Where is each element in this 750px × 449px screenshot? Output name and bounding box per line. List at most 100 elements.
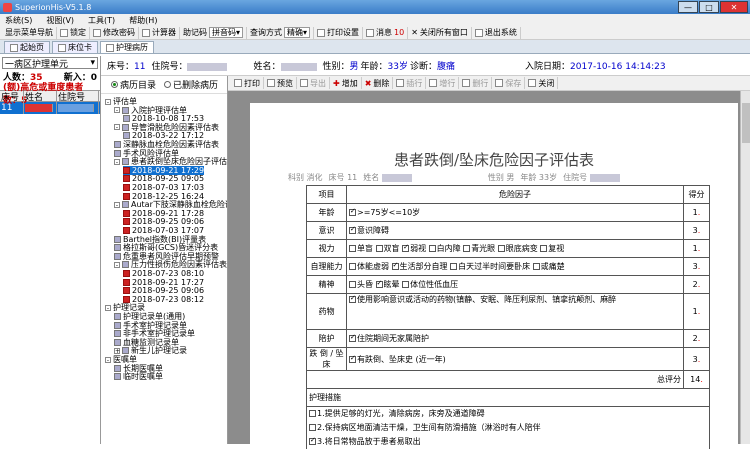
factor-checkbox[interactable] [349,354,356,363]
document-title: 患者跌倒/坠床危险因子评估表 [393,151,595,169]
vertical-scrollbar[interactable] [740,91,750,444]
close-doc-label: 关闭 [538,78,555,88]
factor-checkbox[interactable] [497,245,505,252]
collapse-icon[interactable]: - [114,107,120,114]
print-button[interactable]: 打印 [231,77,264,89]
show-nav-button[interactable]: 显示菜单导航 [2,26,57,39]
row-score-cell[interactable]: 1. [683,239,710,258]
save-button[interactable]: 保存 [492,77,526,89]
export-button[interactable]: 导出 [297,77,330,89]
new-admit-count: 新入：0 [64,70,97,83]
menu-view[interactable]: 视图(V) [46,15,74,26]
print-settings-label: 打印设置 [327,28,360,37]
message-button[interactable]: 消息 10 [363,26,409,39]
exit-button[interactable]: 退出系统 [472,26,521,39]
table-header-row: 项目 危险因子 得分 [306,185,710,204]
tree-node-label: 新生儿护理记录 [131,346,187,356]
maximize-button[interactable]: □ [699,1,719,13]
factor-checkbox[interactable] [349,295,356,303]
collapse-icon[interactable]: - [114,261,120,268]
measure-checkbox[interactable] [309,424,316,431]
col-hosp-no[interactable]: 住院号 [57,91,99,103]
col-bed[interactable]: 床号 [0,91,24,103]
assessment-table: 项目危险因子得分年龄 >=75岁<=10岁 1. 意识 意识障碍 3. 视力单盲 双盲 … [306,185,710,449]
preview-button[interactable]: 预览 [264,77,297,89]
factor-checkbox[interactable] [349,225,356,234]
close-button[interactable]: ✕ [720,1,748,13]
add-button[interactable]: ✚ 增加 [330,77,362,89]
bed-value: 11 [134,62,146,72]
factor-label: 生活部分自理 [399,262,448,271]
record-file-icon [123,166,130,174]
radio-record-list[interactable]: 病历目录 [111,78,156,91]
mnemonic-select[interactable]: 拼音码 ▾ [209,27,244,38]
factor-label: 白内障 [436,244,461,253]
collapse-icon[interactable]: - [105,304,111,311]
tab-bed-card[interactable]: 床位卡 [52,41,98,53]
factor-checkbox[interactable] [391,261,399,270]
factor-checkbox[interactable] [349,263,356,270]
query-group: 查询方式 精确 ▾ [247,26,315,39]
export-icon [300,79,308,87]
factor-checkbox[interactable] [349,333,356,342]
factor-checkbox[interactable] [375,279,383,288]
col-name[interactable]: 姓名 [24,91,57,103]
factor-checkbox[interactable] [402,281,410,288]
measure-row: 1.提供足够的灯光，清除病房，床旁及通道障碍 [306,406,710,421]
row-score-cell[interactable]: 1. [683,203,710,222]
menu-tools[interactable]: 工具(T) [88,15,115,26]
patient-row[interactable]: 11 [0,102,100,114]
factor-checkbox[interactable] [375,245,383,252]
change-password-button[interactable]: 修改密码 [90,26,139,39]
factor-checkbox[interactable] [450,263,458,270]
close-all-button[interactable]: ✕ 关闭所有窗口 [408,26,472,39]
factor-checkbox[interactable] [349,207,356,216]
insert-row-button[interactable]: 插行 [393,77,427,89]
print-settings-button[interactable]: 打印设置 [314,26,364,39]
factor-checkbox[interactable] [540,245,548,252]
row-score-cell[interactable]: 2. [683,329,710,348]
collapse-icon[interactable]: - [105,98,111,105]
factor-checkbox[interactable] [463,245,471,252]
factor-checkbox[interactable] [532,263,540,270]
row-score-cell[interactable]: 1. [683,293,710,330]
calculator-button[interactable]: 计算器 [139,26,180,39]
factor-checkbox[interactable] [428,245,436,252]
factor-checkbox[interactable] [349,245,356,252]
lock-button[interactable]: 锁定 [57,26,90,39]
delete-button[interactable]: ✖ 删除 [362,77,394,89]
minimize-button[interactable]: — [678,1,698,13]
menu-system[interactable]: 系统(S) [5,15,32,26]
factor-checkbox[interactable] [349,281,356,288]
document-icon [114,373,121,381]
ward-select[interactable]: 一病区护理单元 ▾ [2,57,98,70]
title-bar: SuperionHis-V5.1.8 — □ ✕ [0,0,750,14]
add-row-button[interactable]: 增行 [426,77,460,89]
close-all-label: 关闭所有窗口 [419,28,468,37]
close-doc-button[interactable]: 关闭 [525,77,559,89]
tab-nursing-record[interactable]: 护理病历 [100,41,154,53]
collapse-icon[interactable]: - [114,158,120,165]
document-panel: 打印 预览 导出 ✚ 增加 ✖ 删除 插行 增行 删行 保存 关闭 患者跌倒/坠床危… [228,76,750,449]
collapse-icon[interactable]: - [114,124,120,131]
tab-home[interactable]: 起始页 [4,41,50,53]
collapse-icon[interactable]: - [105,356,111,363]
tree-node[interactable]: 临时医嘱单 [114,372,163,381]
record-file-icon [123,227,130,234]
radio-deleted-records[interactable]: 已删除病历 [164,78,218,91]
document-icon [123,132,130,140]
factor-checkbox[interactable] [402,243,410,252]
delete-row-button[interactable]: 删行 [459,77,493,89]
row-bed: 11 [0,102,24,114]
row-score-cell[interactable]: 3. [683,257,710,276]
collapse-icon[interactable]: - [114,201,120,208]
row-score-cell[interactable]: 2. [683,275,710,294]
query-select[interactable]: 精确 ▾ [284,27,311,38]
menu-help[interactable]: 帮助(H) [129,15,157,26]
row-score-cell[interactable]: 3. [683,347,710,371]
scroll-thumb[interactable] [742,103,750,143]
row-score-cell[interactable]: 3. [683,221,710,240]
measure-checkbox[interactable] [309,410,316,418]
info-name: 姓名 [363,172,412,183]
expand-icon[interactable]: + [114,347,120,354]
